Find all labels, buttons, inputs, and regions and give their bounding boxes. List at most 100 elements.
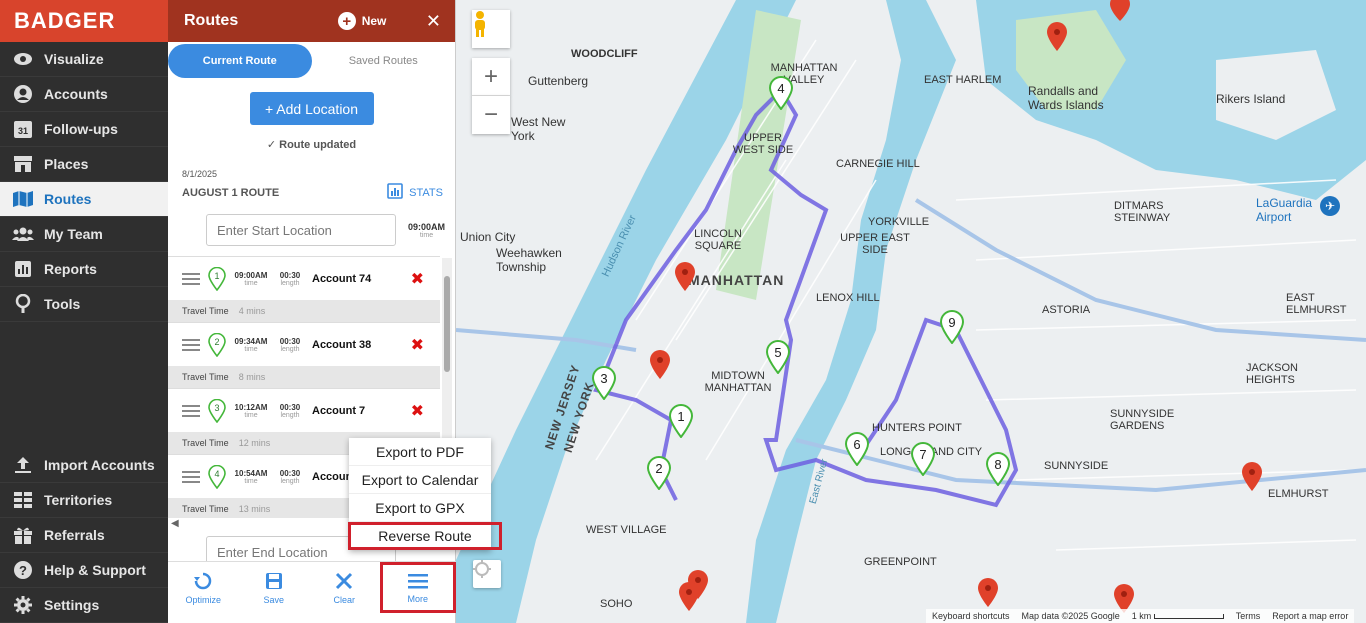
- account-pin-icon[interactable]: [1241, 462, 1263, 492]
- stop-time-label: time: [244, 477, 258, 485]
- report-map-error-link[interactable]: Report a map error: [1272, 611, 1348, 621]
- more-label: More: [407, 593, 428, 604]
- drag-handle-icon[interactable]: [182, 336, 200, 354]
- nav-item-tools[interactable]: Tools: [0, 287, 168, 322]
- nav-item-visualize[interactable]: Visualize: [0, 42, 168, 77]
- start-location-input[interactable]: Enter Start Location: [206, 214, 396, 246]
- nav-item-follow-ups[interactable]: 31 Follow-ups: [0, 112, 168, 147]
- start-time-label: time: [419, 231, 434, 239]
- nav-item-accounts[interactable]: Accounts: [0, 77, 168, 112]
- green-pin-icon: 2: [208, 332, 226, 357]
- stop-time[interactable]: 10:12AM time: [232, 403, 270, 419]
- tab-current-route[interactable]: Current Route: [168, 44, 312, 78]
- account-pin-icon[interactable]: [678, 582, 700, 612]
- routes-panel-header: Routes + New ✕: [168, 0, 455, 42]
- zoom-in-button[interactable]: +: [472, 58, 510, 96]
- stop-length[interactable]: 00:30 length: [278, 337, 302, 353]
- tab-saved-routes[interactable]: Saved Routes: [312, 44, 456, 78]
- stop-row[interactable]: 1 09:00AM time 00:30 length Account 74 ✖: [168, 256, 440, 300]
- map-scale-label: 1 km: [1131, 611, 1152, 621]
- stop-length-label: length: [280, 411, 300, 419]
- export-gpx-menu-item[interactable]: Export to GPX: [349, 494, 491, 522]
- reverse-route-menu-item[interactable]: Reverse Route: [348, 522, 502, 550]
- brand-logo[interactable]: BADGER: [0, 0, 168, 42]
- route-pin-7[interactable]: 7: [910, 442, 936, 476]
- stop-length[interactable]: 00:30 length: [278, 469, 302, 485]
- map-label: HUNTERS POINT: [872, 422, 962, 434]
- drag-handle-icon[interactable]: [182, 270, 200, 288]
- nav-item-help-support[interactable]: ? Help & Support: [0, 553, 168, 588]
- stop-account[interactable]: Account 74: [312, 273, 402, 285]
- nav-item-settings[interactable]: Settings: [0, 588, 168, 623]
- new-route-button[interactable]: + New: [337, 12, 386, 30]
- stop-time[interactable]: 09:34AM time: [232, 337, 270, 353]
- export-calendar-menu-item[interactable]: Export to Calendar: [349, 466, 491, 494]
- map-label: Rikers Island: [1216, 92, 1286, 106]
- scroll-left-arrow-icon[interactable]: ◀: [171, 518, 179, 529]
- nav-item-import-accounts[interactable]: Import Accounts: [0, 448, 168, 483]
- green-pin-icon: 3: [208, 398, 226, 423]
- route-updated-text: Route updated: [279, 139, 357, 151]
- drag-handle-icon[interactable]: [182, 402, 200, 420]
- account-pin-icon[interactable]: [1109, 0, 1131, 22]
- travel-time-label: Travel Time: [182, 438, 229, 448]
- stop-row[interactable]: 3 10:12AM time 00:30 length Account 7 ✖: [168, 388, 440, 432]
- account-pin-icon[interactable]: [649, 350, 671, 380]
- save-button[interactable]: Save: [239, 562, 310, 613]
- nav-item-territories[interactable]: Territories: [0, 483, 168, 518]
- green-pin-icon: 4: [208, 464, 226, 489]
- route-pin-label: 6: [853, 437, 860, 452]
- stop-account[interactable]: Account 38: [312, 339, 402, 351]
- keyboard-shortcuts-link[interactable]: Keyboard shortcuts: [932, 611, 1010, 621]
- stop-length[interactable]: 00:30 length: [278, 271, 302, 287]
- nav-item-places[interactable]: Places: [0, 147, 168, 182]
- export-pdf-menu-item[interactable]: Export to PDF: [349, 438, 491, 466]
- route-pin-8[interactable]: 8: [985, 452, 1011, 486]
- stop-time-value: 09:34AM: [234, 336, 268, 346]
- nav-item-my-team[interactable]: My Team: [0, 217, 168, 252]
- account-pin-icon[interactable]: [977, 578, 999, 608]
- nav-label: Import Accounts: [44, 457, 155, 473]
- clear-button[interactable]: Clear: [309, 562, 380, 613]
- add-location-button[interactable]: + Add Location: [249, 92, 374, 125]
- map-label: GREENPOINT: [864, 556, 937, 568]
- stats-button[interactable]: STATS: [387, 183, 443, 202]
- more-button[interactable]: More: [379, 562, 456, 613]
- map-label: SUNNYSIDE GARDENS: [1110, 408, 1175, 432]
- stop-length[interactable]: 00:30 length: [278, 403, 302, 419]
- drag-handle-icon[interactable]: [182, 468, 200, 486]
- nav-item-referrals[interactable]: Referrals: [0, 518, 168, 553]
- street-view-pegman-icon[interactable]: [472, 10, 510, 48]
- close-icon[interactable]: ✕: [426, 11, 441, 32]
- stop-time[interactable]: 10:54AM time: [232, 469, 270, 485]
- delete-stop-icon[interactable]: ✖: [411, 269, 424, 289]
- delete-stop-icon[interactable]: ✖: [411, 401, 424, 421]
- route-pin-1[interactable]: 1: [668, 404, 694, 438]
- scrollbar-thumb[interactable]: [444, 276, 450, 372]
- terms-link[interactable]: Terms: [1236, 611, 1261, 621]
- optimize-button[interactable]: Optimize: [168, 562, 239, 613]
- nav-item-reports[interactable]: Reports: [0, 252, 168, 287]
- route-pin-label: 9: [948, 315, 955, 330]
- route-pin-5[interactable]: 5: [765, 340, 791, 374]
- route-pin-9[interactable]: 9: [939, 310, 965, 344]
- start-time[interactable]: 09:00AM time: [408, 222, 445, 239]
- map-label: MANHATTAN: [688, 272, 785, 288]
- route-pin-6[interactable]: 6: [844, 432, 870, 466]
- stop-row[interactable]: 2 09:34AM time 00:30 length Account 38 ✖: [168, 322, 440, 366]
- route-pin-2[interactable]: 2: [646, 456, 672, 490]
- account-pin-icon[interactable]: [674, 262, 696, 292]
- route-pin-3[interactable]: 3: [591, 366, 617, 400]
- route-tabs: Current Route Saved Routes: [168, 44, 455, 78]
- stop-time[interactable]: 09:00AM time: [232, 271, 270, 287]
- route-pin-4[interactable]: 4: [768, 76, 794, 110]
- delete-stop-icon[interactable]: ✖: [411, 335, 424, 355]
- nav-item-routes[interactable]: Routes: [0, 182, 168, 217]
- zoom-out-button[interactable]: −: [472, 96, 510, 134]
- nav-label: Help & Support: [44, 562, 146, 578]
- travel-time-label: Travel Time: [182, 504, 229, 514]
- account-pin-icon[interactable]: [1046, 22, 1068, 52]
- my-location-icon[interactable]: [473, 560, 501, 588]
- stop-account[interactable]: Account 7: [312, 405, 402, 417]
- map-canvas[interactable]: WOODCLIFF Guttenberg West New York Union…: [456, 0, 1366, 623]
